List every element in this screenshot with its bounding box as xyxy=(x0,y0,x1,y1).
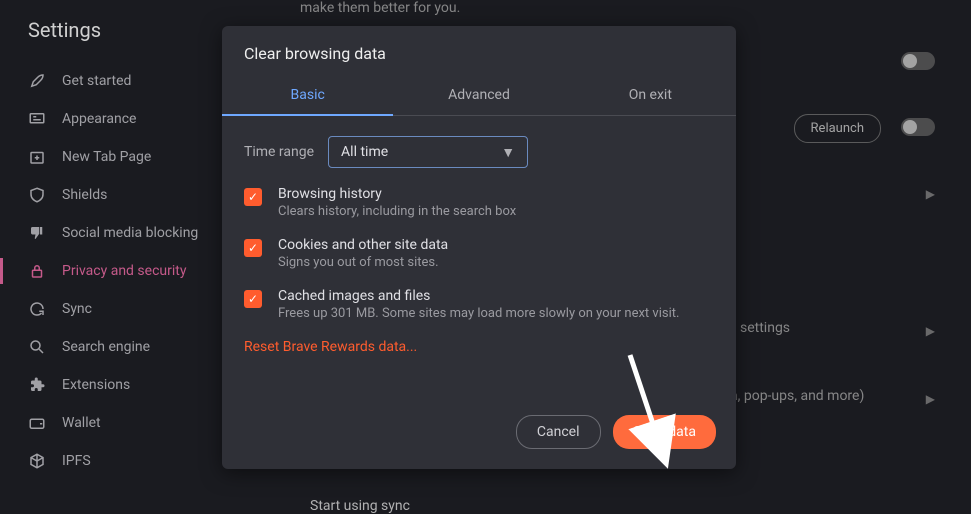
sidebar-title: Settings xyxy=(0,18,230,42)
chevron-right-icon: ▶ xyxy=(926,392,935,406)
sidebar-item-label: Search engine xyxy=(62,339,150,355)
checkbox-checked[interactable]: ✓ xyxy=(244,188,262,206)
clear-data-button[interactable]: Clear data xyxy=(613,415,716,449)
check-title: Cached images and files xyxy=(278,288,714,304)
chevron-right-icon: ▶ xyxy=(926,324,935,338)
search-icon xyxy=(28,338,46,356)
sidebar-item-shields[interactable]: Shields xyxy=(0,176,230,214)
check-title: Browsing history xyxy=(278,186,714,202)
sidebar-item-label: Shields xyxy=(62,187,107,203)
sidebar-item-new-tab[interactable]: New Tab Page xyxy=(0,138,230,176)
time-range-value: All time xyxy=(341,144,388,160)
check-title: Cookies and other site data xyxy=(278,237,714,253)
time-range-select[interactable]: All time ▼ xyxy=(328,136,528,168)
check-desc: Signs you out of most sites. xyxy=(278,255,714,270)
chevron-right-icon: ▶ xyxy=(926,187,935,201)
sidebar-item-extensions[interactable]: Extensions xyxy=(0,366,230,404)
tab-advanced[interactable]: Advanced xyxy=(393,77,564,115)
sidebar-item-label: IPFS xyxy=(62,453,91,469)
tab-basic[interactable]: Basic xyxy=(222,77,393,115)
dialog-title: Clear browsing data xyxy=(222,26,736,77)
time-range-label: Time range xyxy=(244,144,314,160)
tab-on-exit[interactable]: On exit xyxy=(565,77,736,115)
sidebar-item-privacy[interactable]: Privacy and security xyxy=(0,252,230,290)
check-cookies[interactable]: ✓ Cookies and other site data Signs you … xyxy=(244,237,714,270)
sidebar-item-label: Get started xyxy=(62,73,131,89)
bg-text-sync: Start using sync xyxy=(310,498,410,514)
checkbox-checked[interactable]: ✓ xyxy=(244,239,262,257)
sidebar-item-label: Extensions xyxy=(62,377,130,393)
sidebar-item-label: Privacy and security xyxy=(62,263,186,279)
check-desc: Frees up 301 MB. Some sites may load mor… xyxy=(278,306,714,321)
sidebar-item-label: Social media blocking xyxy=(62,225,198,241)
sidebar-item-label: Sync xyxy=(62,301,92,317)
extensions-icon xyxy=(28,376,46,394)
sidebar-item-label: Wallet xyxy=(62,415,101,431)
bg-text-settings: settings xyxy=(740,320,790,336)
caret-down-icon: ▼ xyxy=(501,144,515,161)
check-desc: Clears history, including in the search … xyxy=(278,204,714,219)
sync-icon xyxy=(28,300,46,318)
new-tab-icon xyxy=(28,148,46,166)
sidebar-item-wallet[interactable]: Wallet xyxy=(0,404,230,442)
sidebar-item-label: New Tab Page xyxy=(62,149,151,165)
checkbox-checked[interactable]: ✓ xyxy=(244,290,262,308)
sidebar-item-ipfs[interactable]: IPFS xyxy=(0,442,230,480)
lock-icon xyxy=(28,262,46,280)
bg-text-popups: a, pop-ups, and more) xyxy=(730,388,864,404)
clear-browsing-data-dialog: Clear browsing data Basic Advanced On ex… xyxy=(222,26,736,469)
toggle-switch[interactable] xyxy=(901,52,935,70)
settings-sidebar: Settings Get started Appearance New Tab … xyxy=(0,0,230,513)
sidebar-item-social[interactable]: Social media blocking xyxy=(0,214,230,252)
bg-text-top: make them better for you. xyxy=(300,0,460,16)
shield-icon xyxy=(28,186,46,204)
relaunch-button[interactable]: Relaunch xyxy=(794,114,881,143)
reset-rewards-link[interactable]: Reset Brave Rewards data... xyxy=(244,339,714,355)
rocket-icon xyxy=(28,72,46,90)
sidebar-item-label: Appearance xyxy=(62,111,136,127)
wallet-icon xyxy=(28,414,46,432)
sidebar-item-sync[interactable]: Sync xyxy=(0,290,230,328)
cube-icon xyxy=(28,452,46,470)
sidebar-item-search[interactable]: Search engine xyxy=(0,328,230,366)
sidebar-item-get-started[interactable]: Get started xyxy=(0,62,230,100)
check-cache[interactable]: ✓ Cached images and files Frees up 301 M… xyxy=(244,288,714,321)
thumbs-down-icon xyxy=(28,224,46,242)
cancel-button[interactable]: Cancel xyxy=(516,415,601,449)
sidebar-item-appearance[interactable]: Appearance xyxy=(0,100,230,138)
dialog-tabs: Basic Advanced On exit xyxy=(222,77,736,116)
appearance-icon xyxy=(28,110,46,128)
toggle-switch[interactable] xyxy=(901,118,935,136)
check-browsing-history[interactable]: ✓ Browsing history Clears history, inclu… xyxy=(244,186,714,219)
